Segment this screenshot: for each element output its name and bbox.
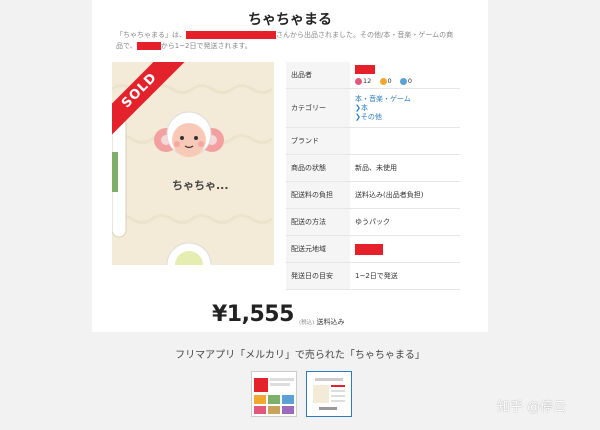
info-row-ship-days: 発送日の目安 1~2日で発送	[286, 262, 460, 290]
character-label: ちゃちゃ...	[172, 179, 229, 192]
product-card: ちゃちゃまる 「ちゃちゃまる」は、 さんから出品されました。その他/本・音楽・ゲー…	[92, 0, 488, 332]
condition-label: 商品の状態	[286, 154, 350, 182]
thumbnail-1[interactable]	[251, 371, 297, 417]
category-label: カテゴリー	[286, 88, 350, 128]
neutral-face-icon	[379, 77, 387, 85]
description-part1: 「ちゃちゃまる」は、	[116, 31, 186, 39]
category-value: 本・音楽・ゲーム ❯本 ❯その他	[350, 88, 460, 128]
info-row-category: カテゴリー 本・音楽・ゲーム ❯本 ❯その他	[286, 88, 460, 128]
seller-value: 12 0 0	[350, 62, 460, 89]
product-description: 「ちゃちゃまる」は、 さんから出品されました。その他/本・音楽・ゲームの商品で、か…	[116, 30, 456, 52]
shipping-included-label: 送料込み	[316, 318, 345, 326]
redacted-region	[136, 42, 161, 50]
ship-days-value: 1~2日で発送	[350, 262, 460, 290]
info-row-brand: ブランド	[286, 127, 460, 155]
shipping-method-value: ゆうパック	[350, 208, 460, 236]
rating-good: 12	[355, 77, 371, 85]
watermark: 知乎 @停云	[497, 400, 567, 415]
smile-icon	[355, 77, 362, 85]
info-row-ship-from: 配送元地域	[286, 235, 460, 263]
info-row-shipping-fee: 配送料の負担 送料込み(出品者負担)	[286, 181, 460, 209]
product-info-table: 出品者 12 0 0 カテゴリー 本・音楽・ゲーム ❯本 ❯その他 ブランド 商…	[286, 62, 460, 290]
info-row-shipping-method: 配送の方法 ゆうパック	[286, 208, 460, 236]
category-link-2[interactable]: ❯本	[355, 104, 455, 113]
info-row-seller: 出品者 12 0 0	[286, 62, 460, 89]
thumbnail-preview	[307, 372, 351, 416]
description-part3: から1~2日で発送されます。	[160, 42, 252, 50]
thumbnail-2[interactable]	[306, 371, 352, 417]
tax-label: (税込)	[299, 320, 315, 326]
ship-days-label: 発送日の目安	[286, 262, 350, 290]
redacted-seller[interactable]	[355, 65, 375, 74]
shipping-method-label: 配送の方法	[286, 208, 350, 236]
shipping-fee-value: 送料込み(出品者負担)	[350, 181, 460, 209]
redacted-region	[355, 243, 383, 255]
brand-value	[350, 127, 460, 155]
ship-from-label: 配送元地域	[286, 235, 350, 263]
category-link-3[interactable]: ❯その他	[355, 113, 455, 122]
brand-label: ブランド	[286, 127, 350, 155]
shipping-fee-label: 配送料の負担	[286, 181, 350, 209]
sad-face-icon	[399, 77, 407, 85]
product-image[interactable]: ちゃちゃ... SOLD	[112, 62, 274, 265]
seller-ratings: 12 0 0	[355, 77, 455, 85]
price-amount: ¥1,555	[212, 302, 294, 327]
seller-label: 出品者	[286, 62, 350, 89]
info-row-condition: 商品の状態 新品、未使用	[286, 154, 460, 182]
redacted-seller-name	[186, 31, 276, 39]
price-note: (税込) 送料込み	[299, 317, 345, 327]
ship-from-value	[350, 235, 460, 263]
image-caption: フリマアプリ「メルカリ」で売られた「ちゃちゃまる」	[175, 350, 425, 361]
rating-normal: 0	[379, 77, 392, 85]
condition-value: 新品、未使用	[350, 154, 460, 182]
thumbnail-preview	[252, 372, 296, 416]
category-link-1[interactable]: 本・音楽・ゲーム	[355, 95, 455, 104]
product-title: ちゃちゃまる	[248, 12, 332, 28]
rating-bad: 0	[399, 77, 412, 85]
